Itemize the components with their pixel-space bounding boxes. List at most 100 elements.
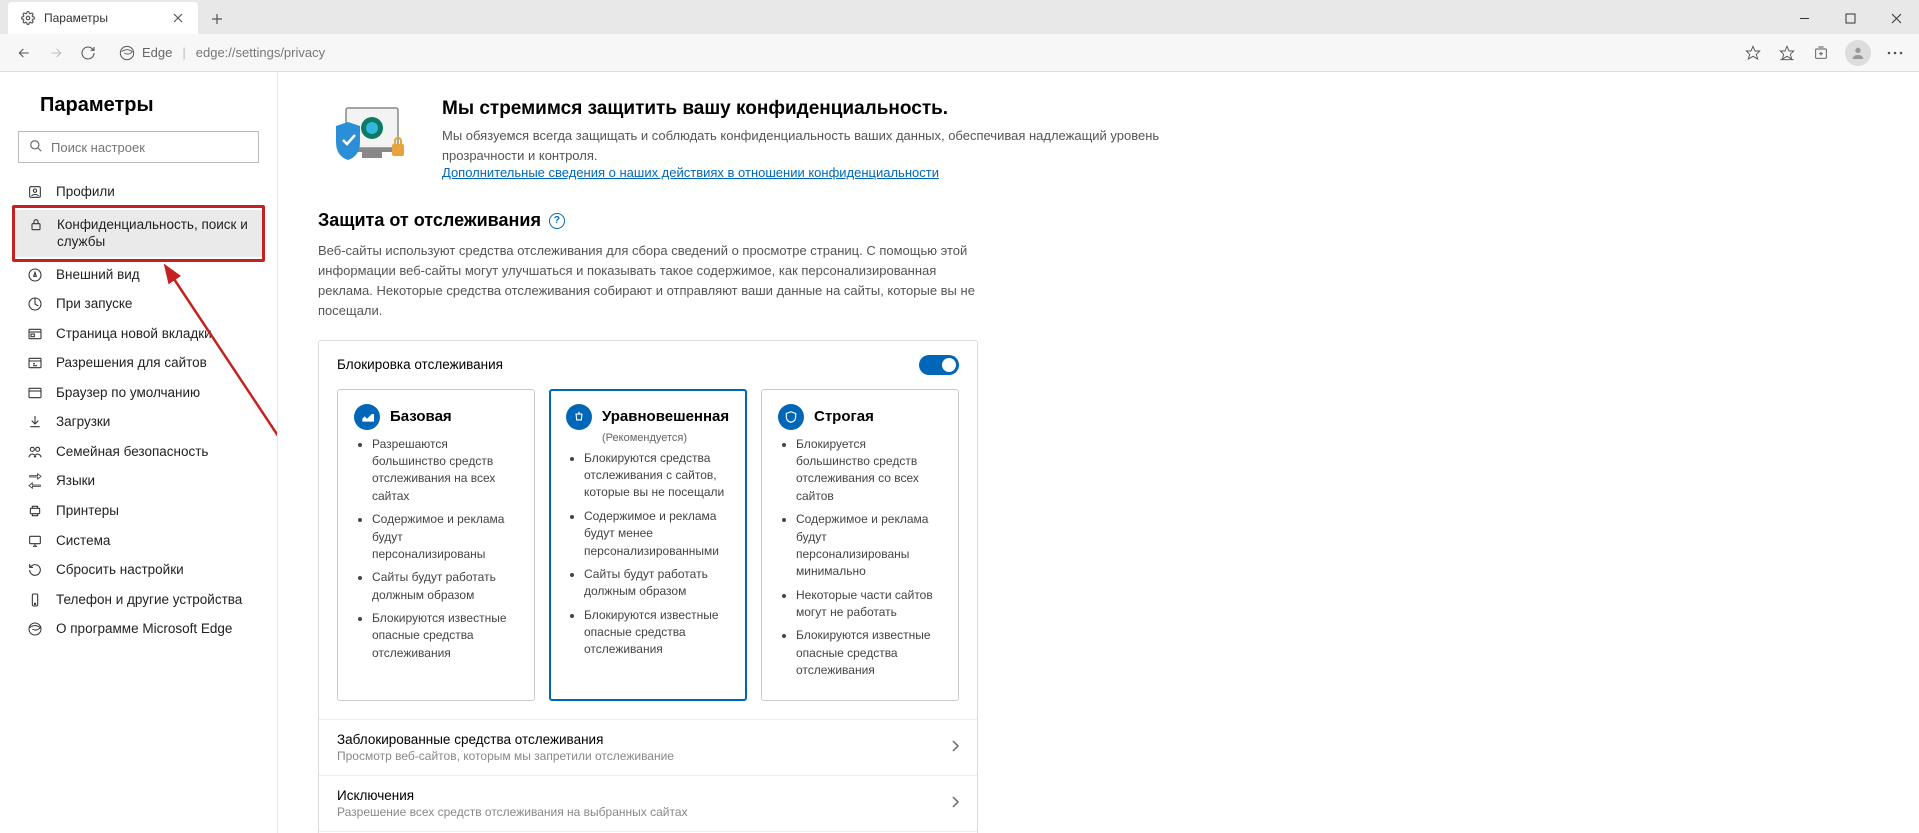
hero-link[interactable]: Дополнительные сведения о наших действия… (442, 165, 939, 180)
window-maximize-button[interactable] (1827, 2, 1873, 34)
sidebar-item-label: При запуске (56, 295, 132, 313)
sidebar-item-icon (26, 355, 44, 371)
sidebar-item-label: Загрузки (56, 413, 110, 431)
hero-text: Мы обязуемся всегда защищать и соблюдать… (442, 126, 1222, 165)
sidebar-item[interactable]: При запуске (14, 289, 263, 319)
sidebar-item-icon (26, 267, 44, 283)
address-url: edge://settings/privacy (196, 45, 325, 60)
sidebar-item[interactable]: Принтеры (14, 496, 263, 526)
card-bullet: Сайты будут работать должным образом (584, 566, 730, 601)
address-bar[interactable]: Edge | edge://settings/privacy (118, 44, 1737, 62)
profile-avatar[interactable] (1845, 40, 1871, 66)
search-icon (29, 139, 43, 156)
block-tracking-toggle[interactable] (919, 355, 959, 375)
sidebar-item[interactable]: Страница новой вкладки (14, 319, 263, 349)
tracking-panel: Блокировка отслеживания Базовая Разрешают… (318, 340, 978, 833)
privacy-illustration (318, 98, 418, 178)
sidebar-item[interactable]: Разрешения для сайтов (14, 348, 263, 378)
search-input[interactable] (51, 140, 248, 155)
sidebar-item-label: Конфиденциальность, поиск и службы (57, 216, 254, 251)
favorite-button[interactable] (1737, 37, 1769, 69)
card-title: Строгая (814, 408, 874, 425)
new-tab-button[interactable] (202, 4, 232, 34)
back-button[interactable] (8, 37, 40, 69)
settings-main: Мы стремимся защитить вашу конфиденциаль… (278, 72, 1919, 833)
card-bullet: Содержимое и реклама будут менее персона… (584, 508, 730, 560)
card-bullet: Разрешаются большинство средств отслежив… (372, 436, 518, 506)
chevron-right-icon (951, 740, 959, 755)
menu-button[interactable] (1879, 37, 1911, 69)
sidebar-item-icon (27, 217, 45, 233)
card-bullet: Блокируются известные опасные средства о… (584, 607, 730, 659)
card-bullet: Содержимое и реклама будут персонализиро… (796, 511, 942, 581)
sidebar-item-label: Сбросить настройки (56, 561, 184, 579)
sidebar-item[interactable]: Система (14, 526, 263, 556)
sidebar-item-label: Принтеры (56, 502, 119, 520)
annotation-highlight: Конфиденциальность, поиск и службы (12, 205, 265, 262)
sidebar-item-label: Разрешения для сайтов (56, 354, 207, 372)
card-bullet: Сайты будут работать должным образом (372, 569, 518, 604)
card-title: Базовая (390, 408, 452, 425)
block-tracking-label: Блокировка отслеживания (337, 357, 503, 372)
sidebar-item-icon (26, 326, 44, 342)
card-icon (354, 404, 380, 430)
sidebar-item-label: О программе Microsoft Edge (56, 620, 232, 638)
window-minimize-button[interactable] (1781, 2, 1827, 34)
window-close-button[interactable] (1873, 2, 1919, 34)
sidebar-item-icon (26, 184, 44, 200)
sidebar-item[interactable]: Телефон и другие устройства (14, 585, 263, 615)
sidebar-item-label: Система (56, 532, 110, 550)
sidebar-item[interactable]: Конфиденциальность, поиск и службы (15, 210, 262, 257)
sidebar-item[interactable]: Языки (14, 466, 263, 496)
card-bullet: Блокируются известные опасные средства о… (372, 610, 518, 662)
titlebar: Параметры (0, 0, 1919, 34)
sidebar-item-label: Семейная безопасность (56, 443, 208, 461)
chevron-right-icon (951, 796, 959, 811)
card-icon (778, 404, 804, 430)
tracking-level-card[interactable]: СтрогаяБлокируется большинство средств о… (761, 389, 959, 701)
exceptions-row[interactable]: Исключения Разрешение всех средств отсле… (319, 775, 977, 831)
blocked-trackers-row[interactable]: Заблокированные средства отслеживания Пр… (319, 719, 977, 775)
sidebar-item[interactable]: Сбросить настройки (14, 555, 263, 585)
hero-title: Мы стремимся защитить вашу конфиденциаль… (442, 98, 1222, 120)
exceptions-sub: Разрешение всех средств отслеживания на … (337, 805, 951, 819)
tracking-heading: Защита от отслеживания (318, 210, 541, 231)
sidebar-item[interactable]: Семейная безопасность (14, 437, 263, 467)
sidebar-item-label: Внешний вид (56, 266, 140, 284)
sidebar-item-icon (26, 621, 44, 637)
sidebar-item[interactable]: Профили (14, 177, 263, 207)
toolbar: Edge | edge://settings/privacy (0, 34, 1919, 72)
sidebar-item[interactable]: Браузер по умолчанию (14, 378, 263, 408)
refresh-button[interactable] (72, 37, 104, 69)
sidebar-item-icon (26, 473, 44, 489)
sidebar-item[interactable]: Загрузки (14, 407, 263, 437)
blocked-trackers-title: Заблокированные средства отслеживания (337, 732, 951, 747)
close-tab-icon[interactable] (170, 10, 186, 26)
sidebar-item-label: Телефон и другие устройства (56, 591, 242, 609)
exceptions-title: Исключения (337, 788, 951, 803)
favorites-bar-button[interactable] (1771, 37, 1803, 69)
edge-logo-icon (118, 44, 136, 62)
tracking-desc: Веб-сайты используют средства отслеживан… (318, 241, 978, 322)
settings-search[interactable] (18, 131, 259, 163)
sidebar-item-icon (26, 414, 44, 430)
sidebar-item-label: Браузер по умолчанию (56, 384, 200, 402)
card-bullet: Некоторые части сайтов могут не работать (796, 587, 942, 622)
card-title: Уравновешенная (602, 408, 729, 425)
tracking-level-card[interactable]: Уравновешенная(Рекомендуется)Блокируются… (549, 389, 747, 701)
settings-sidebar: Параметры ПрофилиКонфиденциальность, пои… (0, 72, 278, 833)
blocked-trackers-sub: Просмотр веб-сайтов, которым мы запретил… (337, 749, 951, 763)
card-icon (566, 404, 592, 430)
card-bullet: Блокируются средства отслеживания с сайт… (584, 450, 730, 502)
forward-button[interactable] (40, 37, 72, 69)
sidebar-item-icon (26, 562, 44, 578)
sidebar-item-label: Языки (56, 472, 95, 490)
browser-tab[interactable]: Параметры (8, 2, 198, 34)
sidebar-item[interactable]: Внешний вид (14, 260, 263, 290)
card-bullet: Содержимое и реклама будут персонализиро… (372, 511, 518, 563)
edge-label: Edge (142, 45, 172, 60)
help-icon[interactable]: ? (549, 213, 565, 229)
sidebar-item[interactable]: О программе Microsoft Edge (14, 614, 263, 644)
collections-button[interactable] (1805, 37, 1837, 69)
tracking-level-card[interactable]: Базовая Разрешаются большинство средств о… (337, 389, 535, 701)
